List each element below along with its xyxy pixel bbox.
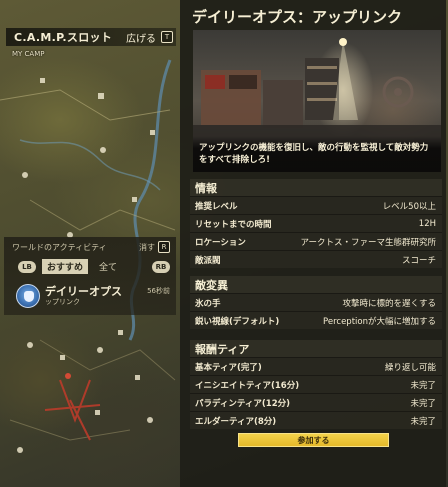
- mutation-section: 敵変異 氷の手 攻撃時に標的を遅くする 鋭い視線(デフォルト) Percepti…: [190, 276, 442, 329]
- reward-value: 未完了: [410, 416, 436, 427]
- activity-header: ワールドのアクティビティ: [12, 242, 107, 252]
- info-value: アークトス・ファーマ生態群研究所: [300, 237, 437, 248]
- reward-row: パラディンティア(12分) 未完了: [190, 393, 442, 411]
- info-label: 推奨レベル: [195, 201, 238, 212]
- info-row: 推奨レベル レベル50以上: [190, 196, 442, 214]
- world-activity-panel: ワールドのアクティビティ 消す R LB おすすめ 全て RB デイリーオプス …: [4, 237, 176, 315]
- info-label: リセットまでの時間: [195, 219, 272, 230]
- my-camp-label: MY CAMP: [12, 50, 45, 58]
- mutation-value: 攻撃時に標的を遅くする: [342, 298, 436, 309]
- mutation-row: 鋭い視線(デフォルト) Perceptionが大幅に増加する: [190, 311, 442, 329]
- info-value: レベル50以上: [382, 201, 436, 212]
- info-label: ロケーション: [195, 237, 246, 248]
- close-label: 消す: [139, 242, 155, 252]
- info-value: スコーチ: [401, 255, 436, 266]
- close-activity-button[interactable]: 消す R: [139, 241, 170, 253]
- camp-slot-bar: C.A.M.P.スロット 広げる T: [6, 28, 176, 46]
- info-label: 敵派閥: [195, 255, 221, 266]
- tab-recommended[interactable]: おすすめ: [42, 259, 89, 274]
- expand-button[interactable]: 広げる T: [126, 28, 173, 46]
- info-row: リセットまでの時間 12H: [190, 214, 442, 232]
- info-header: 情報: [190, 179, 442, 196]
- mutation-header: 敵変異: [190, 276, 442, 293]
- info-section: 情報 推奨レベル レベル50以上 リセットまでの時間 12H ロケーション アー…: [190, 179, 442, 268]
- event-title: デイリーオプス: [45, 284, 122, 298]
- join-button[interactable]: 参加する: [238, 433, 389, 447]
- reward-row: エルダーティア(8分) 未完了: [190, 411, 442, 429]
- reward-value: 未完了: [410, 398, 436, 409]
- camp-slot-title: C.A.M.P.スロット: [14, 31, 113, 44]
- event-subtitle: ップリンク: [45, 297, 80, 306]
- event-description: アップリンクの機能を復旧し、敵の行動を監視して敵対勢力をすべて排除しろ!: [193, 136, 441, 172]
- event-list-item[interactable]: デイリーオプス ップリンク 56秒前: [16, 282, 170, 310]
- info-row: 敵派閥 スコーチ: [190, 250, 442, 268]
- reward-label: エルダーティア(8分): [195, 416, 277, 427]
- mutation-row: 氷の手 攻撃時に標的を遅くする: [190, 293, 442, 311]
- event-time: 56秒前: [147, 287, 170, 295]
- mutation-value: Perceptionが大幅に増加する: [323, 316, 436, 327]
- reward-label: パラディンティア(12分): [195, 398, 290, 409]
- daily-ops-icon: [16, 284, 40, 308]
- tab-all[interactable]: 全て: [94, 259, 122, 274]
- expand-label: 広げる: [126, 33, 156, 45]
- expand-key-icon: T: [161, 31, 173, 43]
- info-value: 12H: [418, 218, 436, 229]
- event-hero-image: アップリンクの機能を復旧し、敵の行動を監視して敵対勢力をすべて排除しろ!: [193, 30, 441, 172]
- reward-value: 未完了: [410, 380, 436, 391]
- mutation-label: 氷の手: [195, 298, 221, 309]
- reward-label: 基本ティア(完了): [195, 362, 262, 373]
- rb-button-icon[interactable]: RB: [152, 260, 170, 273]
- reward-row: 基本ティア(完了) 繰り返し可能: [190, 357, 442, 375]
- reward-row: イニシエイトティア(16分) 未完了: [190, 375, 442, 393]
- reward-section: 報酬ティア 基本ティア(完了) 繰り返し可能 イニシエイトティア(16分) 未完…: [190, 340, 442, 429]
- mutation-label: 鋭い視線(デフォルト): [195, 316, 280, 327]
- reward-header: 報酬ティア: [190, 340, 442, 357]
- close-key-icon: R: [158, 241, 170, 253]
- reward-value: 繰り返し可能: [384, 362, 436, 373]
- page-title: デイリーオプス：アップリンク: [192, 8, 403, 26]
- info-row: ロケーション アークトス・ファーマ生態群研究所: [190, 232, 442, 250]
- reward-label: イニシエイトティア(16分): [195, 380, 300, 391]
- lb-button-icon[interactable]: LB: [18, 260, 36, 273]
